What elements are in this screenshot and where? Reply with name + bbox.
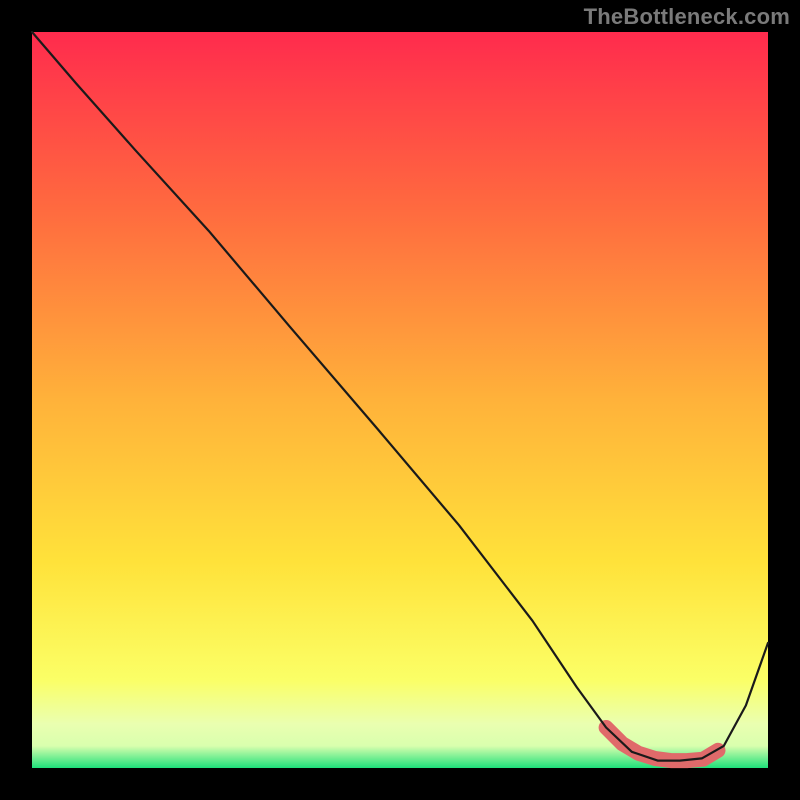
watermark-text: TheBottleneck.com — [584, 4, 790, 30]
plot-area — [32, 32, 768, 768]
chart-stage: TheBottleneck.com — [0, 0, 800, 800]
chart-svg — [0, 0, 800, 800]
